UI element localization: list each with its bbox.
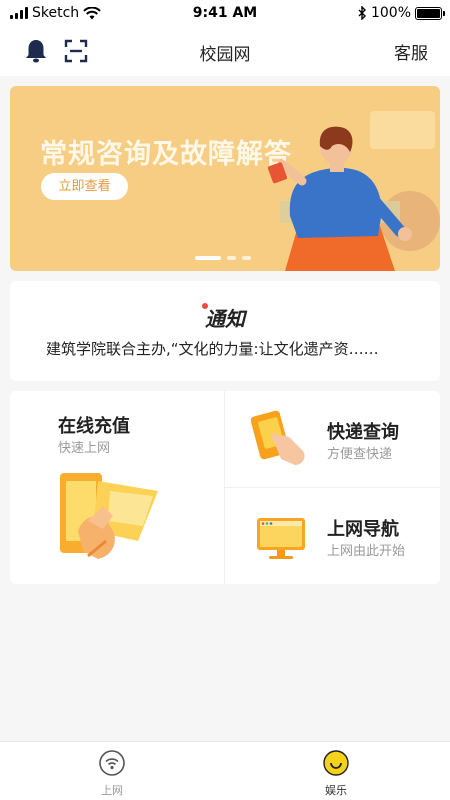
tab-entertainment-label: 娱乐 bbox=[325, 784, 347, 797]
navigation-title: 上网导航 bbox=[327, 519, 399, 540]
status-right: 100% bbox=[358, 5, 445, 21]
pagination-dot-active bbox=[195, 256, 221, 260]
recharge-subtitle: 快速上网 bbox=[58, 441, 111, 456]
promo-banner[interactable]: 常规咨询及故障解答 立即查看 bbox=[10, 86, 440, 271]
notice-dot-icon bbox=[202, 303, 208, 309]
express-query-card[interactable]: 快递查询 方便查快递 bbox=[225, 391, 440, 487]
pagination-dot bbox=[242, 256, 251, 260]
top-nav-bar: 校园网 客服 bbox=[0, 28, 450, 76]
notice-badge-label: 通知 bbox=[205, 307, 245, 331]
notice-card[interactable]: 通知 建筑学院联合主办,“文化的力量:让文化遗产资…… bbox=[10, 281, 440, 381]
status-bar: Sketch 9:41 AM 100% bbox=[0, 0, 450, 28]
recharge-title: 在线充值 bbox=[58, 416, 130, 437]
express-title: 快递查询 bbox=[327, 422, 399, 443]
page-title: 校园网 bbox=[199, 45, 251, 65]
express-package-icon bbox=[251, 410, 305, 465]
tab-internet-label: 上网 bbox=[101, 784, 123, 797]
online-recharge-card[interactable]: 在线充值 快速上网 bbox=[10, 391, 224, 584]
notice-text: 建筑学院联合主办,“文化的力量:让文化遗产资…… bbox=[46, 340, 379, 358]
tab-entertainment[interactable]: 娱乐 bbox=[296, 750, 376, 798]
monitor-icon bbox=[257, 518, 305, 559]
banner-view-now-button[interactable]: 立即查看 bbox=[41, 173, 128, 200]
tab-internet[interactable]: 上网 bbox=[72, 750, 152, 798]
banner-pagination bbox=[195, 256, 251, 260]
banner-illustration bbox=[267, 111, 440, 271]
recharge-card-icon bbox=[60, 473, 158, 559]
customer-service-button[interactable]: 客服 bbox=[394, 39, 428, 64]
feature-grid: 在线充值 快速上网 快递查询 方便查快递 上网导航 上网由此开始 bbox=[10, 391, 440, 584]
bluetooth-icon bbox=[358, 6, 366, 20]
internet-navigation-card[interactable]: 上网导航 上网由此开始 bbox=[225, 488, 440, 584]
navigation-subtitle: 上网由此开始 bbox=[327, 544, 406, 559]
notice-badge: 通知 bbox=[10, 303, 440, 332]
battery-icon bbox=[415, 6, 445, 20]
battery-label: 100% bbox=[370, 5, 411, 21]
pagination-dot bbox=[227, 256, 236, 260]
express-subtitle: 方便查快递 bbox=[327, 447, 393, 462]
bottom-tab-bar: 上网 娱乐 bbox=[0, 741, 450, 800]
wifi-icon bbox=[99, 750, 125, 776]
smiley-icon bbox=[323, 750, 349, 776]
